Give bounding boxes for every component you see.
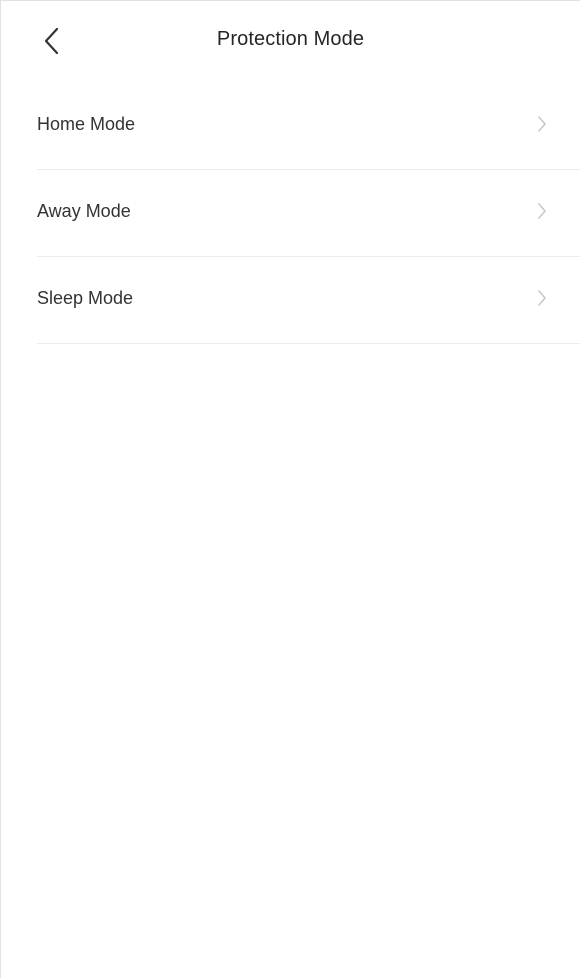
mode-item-label: Home Mode: [37, 113, 136, 134]
chevron-right-icon: [534, 286, 550, 310]
protection-mode-screen: Protection Mode Home Mode Away Mode Slee…: [0, 0, 580, 978]
mode-list: Home Mode Away Mode Sleep Mode: [37, 83, 580, 344]
mode-item-sleep[interactable]: Sleep Mode: [37, 257, 580, 344]
mode-item-home[interactable]: Home Mode: [37, 83, 580, 170]
nav-bar: Protection Mode: [1, 1, 580, 83]
mode-item-away[interactable]: Away Mode: [37, 170, 580, 257]
chevron-right-icon: [534, 199, 550, 223]
chevron-right-icon: [534, 112, 550, 136]
mode-item-label: Sleep Mode: [37, 287, 134, 308]
mode-item-label: Away Mode: [37, 200, 131, 221]
page-title: Protection Mode: [216, 28, 365, 50]
